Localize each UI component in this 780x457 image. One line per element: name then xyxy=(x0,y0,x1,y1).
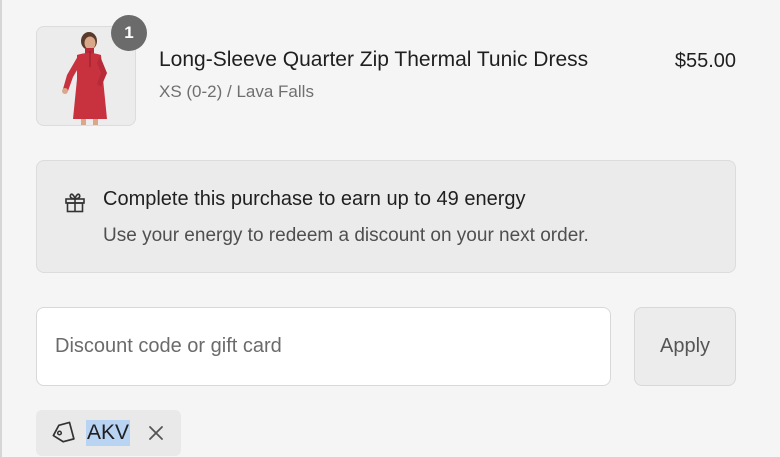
product-variant: XS (0-2) / Lava Falls xyxy=(159,82,314,101)
close-icon[interactable] xyxy=(146,423,166,443)
applied-code-text: AKV xyxy=(86,420,131,446)
product-name: Long-Sleeve Quarter Zip Thermal Tunic Dr… xyxy=(159,48,589,71)
applied-code-chip: AKV xyxy=(36,410,181,456)
apply-button[interactable]: Apply xyxy=(634,307,736,386)
window-edge xyxy=(0,0,2,457)
gift-icon xyxy=(65,193,85,213)
energy-subtitle: Use your energy to redeem a discount on … xyxy=(103,225,589,246)
energy-rewards-panel: Complete this purchase to earn up to 49 … xyxy=(36,160,736,273)
tag-icon xyxy=(52,421,75,443)
quantity-badge: 1 xyxy=(111,15,147,51)
energy-title: Complete this purchase to earn up to 49 … xyxy=(103,188,526,210)
discount-code-input[interactable] xyxy=(36,307,611,386)
product-price: $55.00 xyxy=(674,50,736,72)
